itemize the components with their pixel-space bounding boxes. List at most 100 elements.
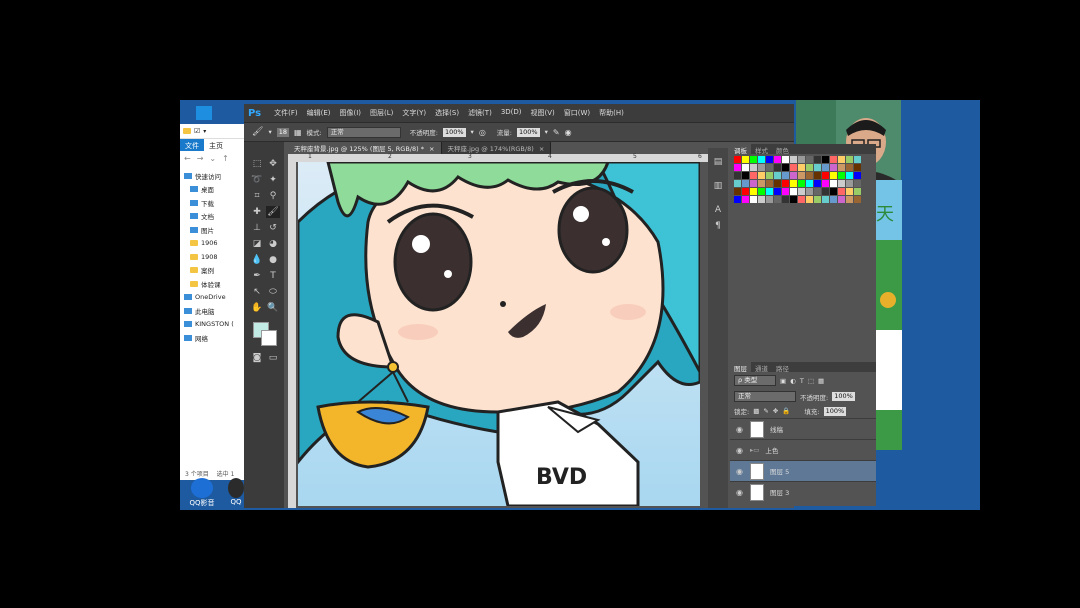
swatch[interactable] [838, 196, 845, 203]
swatch[interactable] [790, 188, 797, 195]
swatch[interactable] [838, 156, 845, 163]
nav-item-12[interactable]: 网络 [180, 331, 246, 345]
swatch[interactable] [782, 188, 789, 195]
swatch[interactable] [822, 180, 829, 187]
layer-row[interactable]: ◉ 线稿 [730, 418, 876, 439]
nav-item-10[interactable]: 此电脑 [180, 304, 246, 318]
visibility-eye-icon[interactable]: ◉ [736, 425, 744, 434]
swatch[interactable] [830, 164, 837, 171]
tab-document-2[interactable]: 天秤座.jpg @ 174%(RGB/8) × [441, 142, 552, 154]
zoom-tool-icon[interactable]: 🔍 [266, 302, 280, 314]
flow-field[interactable]: 100% [517, 127, 540, 137]
swatch[interactable] [806, 156, 813, 163]
nav-item-2[interactable]: 下载 [180, 196, 246, 210]
panel-tab-2[interactable]: 路径 [772, 362, 793, 373]
opacity-field[interactable]: 100% [442, 127, 466, 137]
swatch[interactable] [790, 164, 797, 171]
panel-tab-0[interactable]: 调板 [730, 144, 751, 155]
swatch[interactable] [790, 196, 797, 203]
swatch[interactable] [854, 164, 861, 171]
swatch[interactable] [766, 196, 773, 203]
swatch[interactable] [758, 156, 765, 163]
hand-tool-icon[interactable]: ✋ [250, 302, 264, 314]
swatch[interactable] [790, 156, 797, 163]
menu-item-5[interactable]: 选择(S) [435, 108, 459, 118]
lock-image-icon[interactable]: ✎ [763, 407, 768, 415]
swatch[interactable] [734, 164, 741, 171]
eraser-tool-icon[interactable]: ◪ [250, 238, 264, 250]
swatch[interactable] [854, 156, 861, 163]
swatch[interactable] [846, 164, 853, 171]
swatch[interactable] [814, 156, 821, 163]
history-brush-icon[interactable]: ↺ [266, 222, 280, 234]
nav-item-6[interactable]: 1908 [180, 250, 246, 264]
path-selection-icon[interactable]: ↖ [250, 286, 264, 298]
shape-tool-icon[interactable]: ⬭ [266, 286, 280, 298]
swatch[interactable] [798, 180, 805, 187]
swatch[interactable] [750, 180, 757, 187]
swatch[interactable] [798, 156, 805, 163]
swatch[interactable] [822, 164, 829, 171]
chevron-down-icon[interactable]: ▾ [545, 128, 548, 136]
swatch[interactable] [774, 164, 781, 171]
pen-tool-icon[interactable]: ✒ [250, 270, 264, 282]
vertical-ruler[interactable] [288, 162, 296, 508]
move-tool-icon[interactable]: ✥ [266, 158, 280, 170]
folder-icon[interactable] [183, 128, 191, 134]
character-panel-icon[interactable]: A [711, 204, 725, 216]
swatch[interactable] [798, 172, 805, 179]
nav-item-5[interactable]: 1906 [180, 237, 246, 251]
swatch[interactable] [854, 188, 861, 195]
swatch[interactable] [798, 164, 805, 171]
close-icon[interactable]: × [539, 145, 544, 153]
desktop-icon-qq[interactable]: QQ [226, 478, 246, 506]
dropdown-icon[interactable]: ▾ [203, 128, 206, 135]
horizontal-ruler[interactable]: 1 2 3 4 5 6 [288, 153, 708, 162]
swatch[interactable] [822, 156, 829, 163]
swatch[interactable] [790, 172, 797, 179]
swatch[interactable] [822, 196, 829, 203]
swatch[interactable] [734, 188, 741, 195]
swatch[interactable] [814, 164, 821, 171]
swatch[interactable] [814, 172, 821, 179]
color-swatches[interactable] [734, 156, 864, 206]
document-canvas[interactable]: BVD [298, 162, 700, 506]
swatch[interactable] [814, 188, 821, 195]
checkbox-icon[interactable]: ☑ [194, 127, 200, 135]
swatch[interactable] [742, 196, 749, 203]
swatch[interactable] [774, 196, 781, 203]
swatch[interactable] [758, 164, 765, 171]
swatch[interactable] [846, 188, 853, 195]
close-icon[interactable]: × [429, 145, 434, 153]
swatch[interactable] [758, 196, 765, 203]
swatch[interactable] [750, 188, 757, 195]
menu-item-9[interactable]: 窗口(W) [564, 108, 590, 118]
swatch[interactable] [750, 156, 757, 163]
nav-item-0[interactable]: 快速访问 [180, 169, 246, 183]
swatch[interactable] [854, 180, 861, 187]
swatch[interactable] [774, 156, 781, 163]
swatch[interactable] [806, 172, 813, 179]
lock-all-icon[interactable]: 🔒 [782, 407, 790, 415]
swatch[interactable] [766, 156, 773, 163]
filter-shape-icon[interactable]: ⬚ [808, 377, 814, 385]
menu-item-2[interactable]: 图像(I) [340, 108, 362, 118]
swatch[interactable] [750, 172, 757, 179]
panel-tab-2[interactable]: 颜色 [772, 144, 793, 155]
up-arrow-icon[interactable]: ↑ [222, 154, 229, 163]
layer-row[interactable]: ◉ 图层 3 [730, 481, 876, 502]
forward-arrow-icon[interactable]: → [197, 154, 204, 163]
type-tool-icon[interactable]: T [266, 270, 280, 282]
filter-smart-icon[interactable]: ▦ [818, 377, 824, 385]
quick-mask-icon[interactable]: ◙ [250, 352, 264, 364]
swatch[interactable] [830, 156, 837, 163]
paragraph-panel-icon[interactable]: ¶ [711, 220, 725, 232]
panel-tab-1[interactable]: 通道 [751, 362, 772, 373]
menu-item-0[interactable]: 文件(F) [274, 108, 298, 118]
swatch[interactable] [750, 196, 757, 203]
swatch[interactable] [846, 156, 853, 163]
filter-adjustment-icon[interactable]: ◐ [790, 377, 796, 385]
nav-item-1[interactable]: 桌面 [180, 183, 246, 197]
swatch[interactable] [766, 172, 773, 179]
swatch[interactable] [782, 164, 789, 171]
